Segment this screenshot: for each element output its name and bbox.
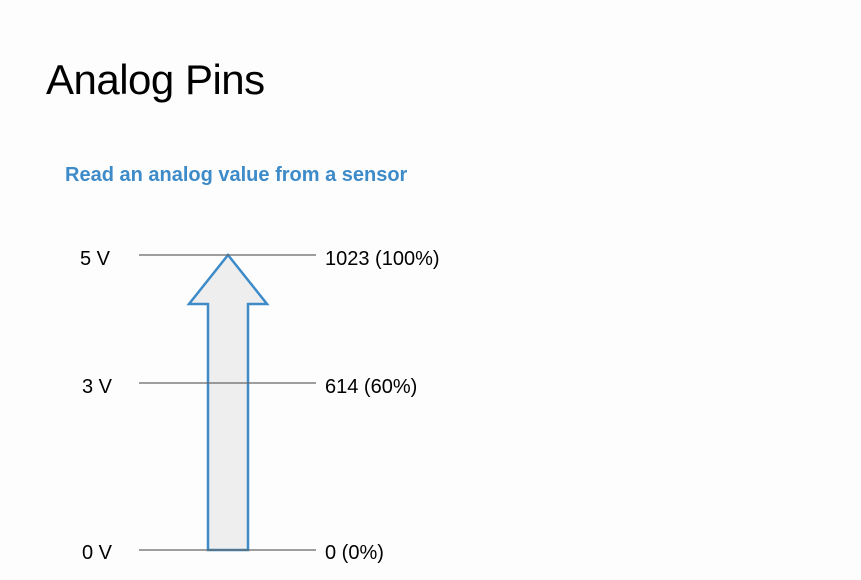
voltage-label-0v: 0 V [82, 542, 113, 564]
reading-label-0v: 0 (0%) [325, 542, 384, 564]
upward-arrow [186, 252, 270, 552]
voltage-label-3v: 3 V [82, 376, 113, 398]
reading-label-3v: 614 (60%) [325, 376, 418, 398]
reading-label-5v: 1023 (100%) [325, 248, 440, 270]
voltage-scale-diagram [139, 252, 316, 552]
voltage-label-5v: 5 V [80, 248, 111, 270]
